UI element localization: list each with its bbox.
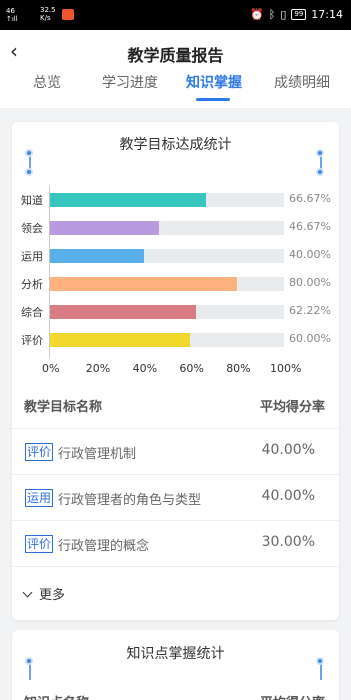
table-row[interactable]: 评价 行政管理的概念 30.00% (12, 520, 339, 566)
alarm-icon: ⏰ (250, 8, 264, 21)
more-label: 更多 (39, 588, 66, 603)
knowledge-point-card (12, 630, 339, 700)
tab-bar: 总览 学习进度 知识掌握 成绩明细 (0, 70, 351, 100)
app-header: ‹ 教学质量报告 总览 学习进度 知识掌握 成绩明细 (0, 30, 351, 108)
status-right: ⏰ ᛒ ▯ 99 17:14 (250, 8, 343, 21)
tab-knowledge[interactable]: 知识掌握 (186, 72, 242, 92)
connector-dot-left-lower (25, 168, 33, 176)
connector-dot-right (316, 657, 324, 665)
table-header-name: 教学目标名称 (24, 400, 103, 415)
signal-indicator: 46 ↑ıll (6, 7, 18, 23)
bluetooth-icon: ᛒ (268, 8, 276, 21)
page-title: 教学质量报告 (127, 46, 224, 65)
active-tab-indicator (196, 98, 230, 101)
notification-app-icon (62, 9, 74, 20)
y-axis-line (49, 186, 50, 358)
knowledge-header-value: 平均得分率 (260, 692, 325, 700)
clock: 17:14 (311, 8, 343, 21)
goal-score: 40.00% (261, 488, 315, 504)
goal-score: 40.00% (261, 442, 315, 458)
knowledge-header-name: 知识点名称 (24, 692, 89, 700)
table-header-value: 平均得分率 (259, 400, 325, 415)
connector-dot-right (316, 149, 324, 157)
tab-grades[interactable]: 成绩明细 (274, 72, 330, 92)
network-speed: 32.5 K/s (40, 6, 56, 22)
table-divider (12, 566, 339, 567)
status-bar: 46 ↑ıll 32.5 K/s ⏰ ᛒ ▯ 99 17:14 (0, 0, 351, 30)
connector-dot-left (25, 657, 33, 665)
goal-name: 行政管理的概念 (58, 539, 150, 554)
goal-card-title: 教学目标达成统计 (119, 137, 232, 153)
goal-name: 行政管理者的角色与类型 (58, 493, 202, 508)
table-row[interactable]: 评价 行政管理机制 40.00% (12, 428, 339, 474)
knowledge-card-title: 知识点掌握统计 (126, 646, 225, 662)
vibrate-icon: ▯ (280, 8, 287, 21)
chevron-down-icon (22, 587, 33, 598)
goal-type-tag: 评价 (25, 535, 54, 553)
connector-dot-left (25, 149, 33, 157)
battery-indicator: 99 (291, 9, 307, 20)
tab-progress[interactable]: 学习进度 (102, 72, 158, 92)
tab-overview[interactable]: 总览 (33, 72, 61, 92)
goal-type-tag: 评价 (25, 443, 54, 461)
connector-dot-right-lower (316, 168, 324, 176)
goal-name: 行政管理机制 (58, 447, 137, 462)
table-row[interactable]: 运用 行政管理者的角色与类型 40.00% (12, 474, 339, 520)
goal-type-tag: 运用 (25, 489, 54, 507)
goal-score: 30.00% (261, 534, 315, 550)
more-button[interactable]: 更多 (22, 584, 66, 603)
